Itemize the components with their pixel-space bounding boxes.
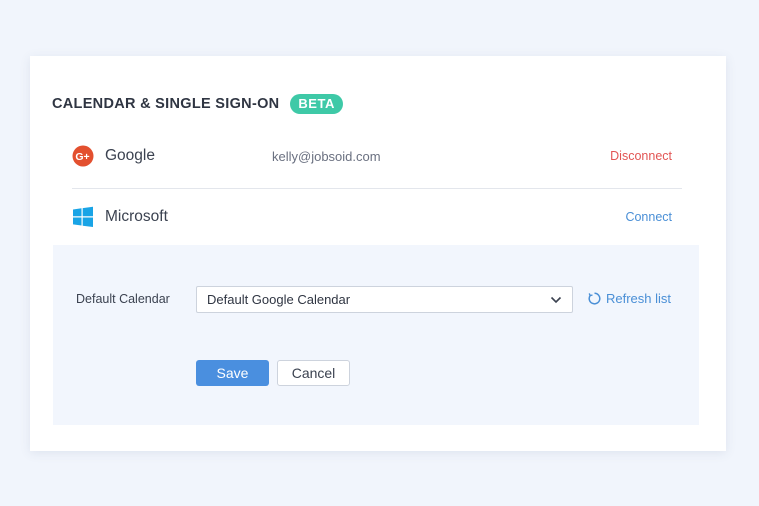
chevron-down-icon: [550, 296, 562, 304]
default-calendar-select[interactable]: Default Google Calendar: [196, 286, 573, 313]
provider-email: kelly@jobsoid.com: [272, 148, 381, 164]
save-button[interactable]: Save: [196, 360, 269, 386]
provider-name: Google: [105, 147, 155, 164]
svg-text:G+: G+: [75, 151, 89, 163]
disconnect-google-link[interactable]: Disconnect: [610, 149, 672, 163]
refresh-list-label: Refresh list: [606, 291, 672, 306]
default-calendar-label: Default Calendar: [76, 292, 170, 306]
google-plus-icon: G+: [72, 145, 94, 167]
cancel-button[interactable]: Cancel: [277, 360, 350, 386]
section-title: CALENDAR & SINGLE SIGN-ON: [52, 96, 280, 112]
settings-card: CALENDAR & SINGLE SIGN-ON BETA G+ Google…: [30, 56, 726, 451]
connect-microsoft-link[interactable]: Connect: [625, 210, 672, 224]
provider-name: Microsoft: [105, 208, 168, 225]
provider-row-microsoft: Microsoft Connect: [72, 197, 682, 237]
refresh-list-button[interactable]: Refresh list: [588, 291, 671, 306]
provider-row-google: G+ Google kelly@jobsoid.com Disconnect: [72, 136, 682, 176]
section-header: CALENDAR & SINGLE SIGN-ON BETA: [52, 94, 343, 114]
row-divider: [72, 188, 682, 189]
beta-badge: BETA: [290, 94, 343, 114]
calendar-settings-panel: Default Calendar Default Google Calendar…: [53, 245, 699, 425]
windows-icon: [72, 206, 94, 228]
selected-calendar-value: Default Google Calendar: [207, 292, 351, 307]
refresh-icon: [588, 292, 601, 305]
